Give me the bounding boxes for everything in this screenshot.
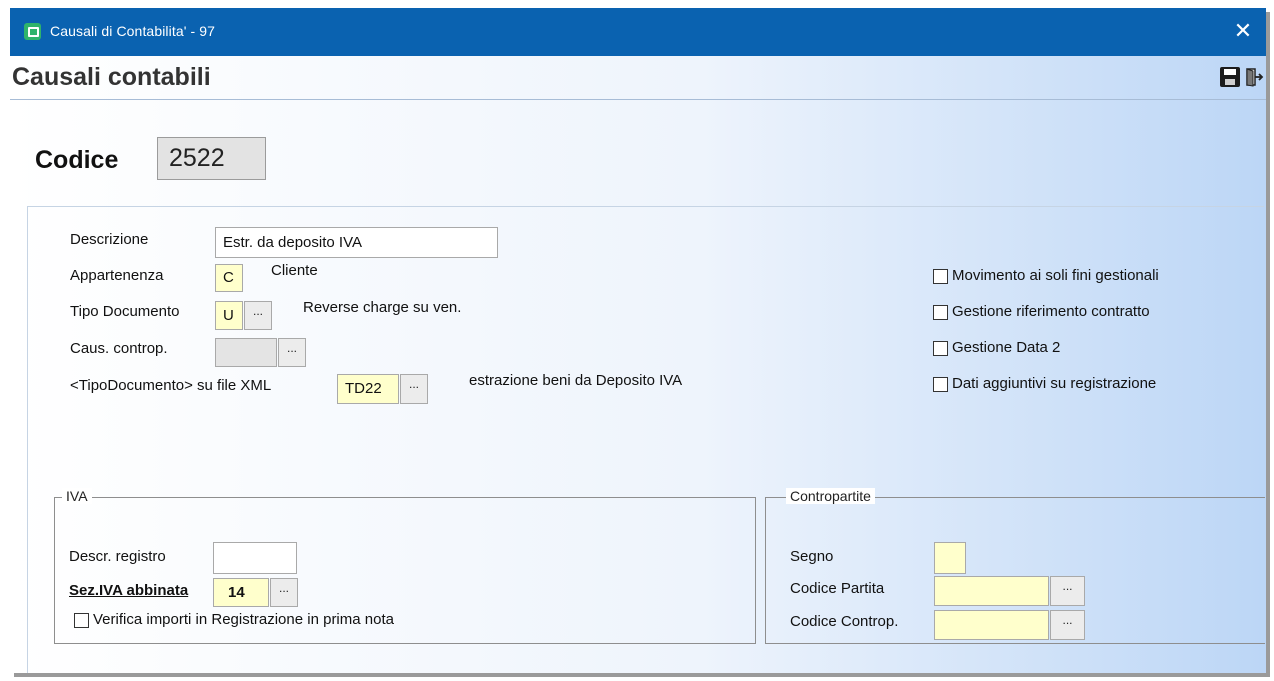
descrizione-field[interactable]: Estr. da deposito IVA [215, 227, 498, 258]
caus-controp-field[interactable] [215, 338, 277, 367]
codice-controp-lookup-button[interactable]: ... [1050, 610, 1085, 640]
caus-controp-label: Caus. controp. [70, 340, 168, 357]
iva-group: IVA Descr. registro Sez.IVA abbinata 14 … [54, 488, 756, 644]
tipo-documento-lookup-button[interactable]: ... [244, 301, 272, 330]
contropartite-group-title: Contropartite [786, 488, 875, 504]
form-panel: Descrizione Estr. da deposito IVA Appart… [27, 206, 1265, 673]
verifica-importi-checkbox[interactable] [74, 613, 89, 628]
codice-field[interactable]: 2522 [157, 137, 266, 180]
content-area: Causali contabili Codice 2522 Descrizion… [10, 56, 1266, 673]
save-icon[interactable] [1220, 67, 1240, 87]
descrizione-label: Descrizione [70, 231, 149, 248]
appartenenza-label: Appartenenza [70, 267, 164, 284]
verifica-importi-label: Verifica importi in Registrazione in pri… [93, 611, 394, 628]
tipo-documento-label: Tipo Documento [70, 303, 180, 320]
tipo-documento-xml-description: estrazione beni da Deposito IVA [469, 372, 683, 389]
codice-partita-label: Codice Partita [790, 580, 885, 597]
riferimento-contratto-label: Gestione riferimento contratto [952, 303, 1150, 320]
title-bar: Causali di Contabilita' - 97 ✕ [10, 8, 1266, 56]
tipo-documento-xml-lookup-button[interactable]: ... [400, 374, 428, 404]
movimento-gestionali-label: Movimento ai soli fini gestionali [952, 267, 1159, 284]
close-button[interactable]: ✕ [1230, 18, 1256, 44]
tipo-documento-description: Reverse charge su ven. [303, 299, 462, 316]
tipo-documento-field[interactable]: U [215, 301, 243, 330]
dati-aggiuntivi-checkbox[interactable] [933, 377, 948, 392]
sez-iva-abbinata-lookup-button[interactable]: ... [270, 578, 298, 607]
page-title: Causali contabili [12, 63, 211, 91]
sez-iva-abbinata-label: Sez.IVA abbinata [69, 582, 189, 599]
descr-registro-label: Descr. registro [69, 548, 166, 565]
codice-partita-field[interactable] [934, 576, 1049, 606]
movimento-gestionali-checkbox[interactable] [933, 269, 948, 284]
window-title: Causali di Contabilita' - 97 [50, 23, 216, 39]
segno-label: Segno [790, 548, 834, 565]
tipo-documento-xml-label: <TipoDocumento> su file XML [70, 377, 272, 394]
descr-registro-field[interactable] [213, 542, 297, 574]
codice-partita-lookup-button[interactable]: ... [1050, 576, 1085, 606]
caus-controp-lookup-button[interactable]: ... [278, 338, 306, 367]
tipo-documento-xml-field[interactable]: TD22 [337, 374, 399, 404]
exit-icon[interactable] [1244, 67, 1264, 87]
appartenenza-description: Cliente [271, 262, 318, 279]
riferimento-contratto-checkbox[interactable] [933, 305, 948, 320]
contropartite-group: Contropartite Segno Codice Partita ... C… [765, 488, 1265, 644]
gestione-data-2-label: Gestione Data 2 [952, 339, 1061, 356]
header-bar: Causali contabili [10, 56, 1266, 100]
window: Causali di Contabilita' - 97 ✕ Causali c… [10, 8, 1266, 673]
codice-controp-field[interactable] [934, 610, 1049, 640]
codice-controp-label: Codice Controp. [790, 613, 899, 630]
app-icon [24, 23, 41, 40]
iva-group-title: IVA [62, 488, 92, 504]
dati-aggiuntivi-label: Dati aggiuntivi su registrazione [952, 375, 1157, 392]
gestione-data-2-checkbox[interactable] [933, 341, 948, 356]
segno-field[interactable] [934, 542, 966, 574]
sez-iva-abbinata-field[interactable]: 14 [213, 578, 269, 607]
appartenenza-field[interactable]: C [215, 264, 243, 292]
codice-label: Codice [35, 146, 119, 174]
